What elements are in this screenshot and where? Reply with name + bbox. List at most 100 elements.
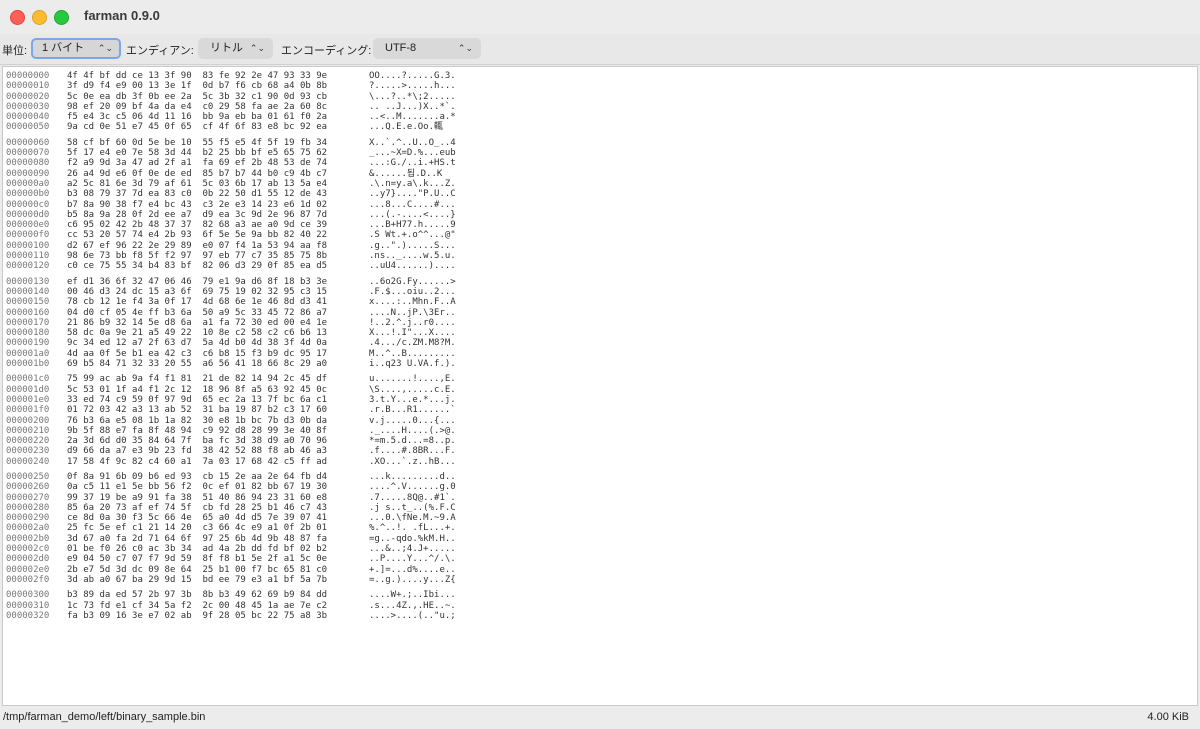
row-hex-bytes[interactable]: 75 99 ac ab 9a f4 f1 81 21 de 82 14 94 2…	[67, 374, 327, 384]
row-hex-bytes[interactable]: ef d1 36 6f 32 47 06 46 79 e1 9a d6 8f 1…	[67, 277, 327, 287]
row-hex-bytes[interactable]: 58 cf bf 60 0d 5e be 10 55 f5 e5 4f 5f 1…	[67, 138, 327, 148]
row-ascii[interactable]: .s...4Z.,.HE..~.	[369, 601, 456, 611]
hex-view[interactable]: 00000000 4f 4f bf dd ce 13 3f 90 83 fe 92…	[2, 66, 1198, 706]
row-ascii[interactable]: ._....H....(.>@.	[369, 426, 456, 436]
row-hex-bytes[interactable]: 58 dc 0a 9e 21 a5 49 22 10 8e c2 58 c2 c…	[67, 328, 327, 338]
row-hex-bytes[interactable]: b3 89 da ed 57 2b 97 3b 8b b3 49 62 69 b…	[67, 590, 327, 600]
row-ascii[interactable]: ...(.-....<....}	[369, 210, 456, 220]
row-ascii[interactable]: =g..-qdo.%kM.H..	[369, 534, 456, 544]
row-ascii[interactable]: X...!.I"...X....	[369, 328, 456, 338]
row-ascii[interactable]: %.^..!. .fL...+.	[369, 523, 456, 533]
row-hex-bytes[interactable]: 2b e7 5d 3d dc 09 8e 64 25 b1 00 f7 bc 6…	[67, 565, 327, 575]
row-hex-bytes[interactable]: 99 37 19 be a9 91 fa 38 51 40 86 94 23 3…	[67, 493, 327, 503]
row-ascii[interactable]: !..2.^.j..r0....	[369, 318, 456, 328]
row-hex-bytes[interactable]: e9 04 50 c7 07 f7 9d 59 8f f8 b1 5e 2f a…	[67, 554, 327, 564]
row-hex-bytes[interactable]: b7 8a 90 38 f7 e4 bc 43 c3 2e e3 14 23 e…	[67, 200, 327, 210]
row-ascii[interactable]: +.]=...d%....e..	[369, 565, 456, 575]
row-hex-bytes[interactable]: f2 a9 9d 3a 47 ad 2f a1 fa 69 ef 2b 48 5…	[67, 158, 327, 168]
row-hex-bytes[interactable]: 01 72 03 42 a3 13 ab 52 31 ba 19 87 b2 c…	[67, 405, 327, 415]
row-hex-bytes[interactable]: 2a 3d 6d d0 35 84 64 7f ba fc 3d 38 d9 a…	[67, 436, 327, 446]
row-ascii[interactable]: .r.B...R1......`	[369, 405, 456, 415]
row-hex-bytes[interactable]: 78 cb 12 1e f4 3a 0f 17 4d 68 6e 1e 46 8…	[67, 297, 327, 307]
row-ascii[interactable]: ..y7}...."P.U..C	[369, 189, 456, 199]
row-hex-bytes[interactable]: 4d aa 0f 5e b1 ea 42 c3 c6 b8 15 f3 b9 d…	[67, 349, 327, 359]
row-hex-bytes[interactable]: a2 5c 81 6e 3d 79 af 61 5c 03 6b 17 ab 1…	[67, 179, 327, 189]
row-ascii[interactable]: .S Wt.+.o^^...@"	[369, 230, 456, 240]
row-ascii[interactable]: .ns.._....w.5.u.	[369, 251, 456, 261]
row-hex-bytes[interactable]: 21 86 b9 32 14 5e d8 6a a1 fa 72 30 ed 0…	[67, 318, 327, 328]
row-ascii[interactable]: *=m.5.d...=8..p.	[369, 436, 456, 446]
row-hex-bytes[interactable]: 04 d0 cf 05 4e ff b3 6a 50 a9 5c 33 45 7…	[67, 308, 327, 318]
row-hex-bytes[interactable]: 4f 4f bf dd ce 13 3f 90 83 fe 92 2e 47 9…	[67, 71, 327, 81]
row-hex-bytes[interactable]: 0a c5 11 e1 5e bb 56 f2 0c ef 01 82 bb 6…	[67, 482, 327, 492]
row-hex-bytes[interactable]: 98 ef 20 09 bf 4a da e4 c0 29 58 fa ae 2…	[67, 102, 327, 112]
row-hex-bytes[interactable]: 25 fc 5e ef c1 21 14 20 c3 66 4c e9 a1 0…	[67, 523, 327, 533]
row-hex-bytes[interactable]: 0f 8a 91 6b 09 b6 ed 93 cb 15 2e aa 2e 6…	[67, 472, 327, 482]
row-hex-bytes[interactable]: 5c 53 01 1f a4 f1 2c 12 18 96 8f a5 63 9…	[67, 385, 327, 395]
row-ascii[interactable]: .4.../c.ZM.M8?M.	[369, 338, 456, 348]
row-hex-bytes[interactable]: 5f 17 e4 e0 7e 58 3d 44 b2 25 bb bf e5 6…	[67, 148, 327, 158]
row-ascii[interactable]: &......됩.D..K	[369, 169, 442, 179]
row-ascii[interactable]: \...?..*\;2.....	[369, 92, 456, 102]
row-ascii[interactable]: i..q23 U.VA.f.).	[369, 359, 456, 369]
row-hex-bytes[interactable]: 76 b3 6a e5 08 1b 1a 82 30 e8 1b bc 7b d…	[67, 416, 327, 426]
row-ascii[interactable]: ...0.\fNe.M.~9.A	[369, 513, 456, 523]
row-hex-bytes[interactable]: 17 58 4f 9c 82 c4 60 a1 7a 03 17 68 42 c…	[67, 457, 327, 467]
endian-select[interactable]: リトル ⌃⌄	[198, 38, 273, 59]
row-ascii[interactable]: ..P....Y...^/.\.	[369, 554, 456, 564]
minimize-window-button[interactable]	[32, 10, 47, 25]
row-hex-bytes[interactable]: 26 a4 9d e6 0f 0e de ed 85 b7 b7 44 b0 c…	[67, 169, 327, 179]
row-hex-bytes[interactable]: b5 8a 9a 28 0f 2d ee a7 d9 ea 3c 9d 2e 9…	[67, 210, 327, 220]
row-hex-bytes[interactable]: 98 6e 73 bb f8 5f f2 97 97 eb 77 c7 35 8…	[67, 251, 327, 261]
row-hex-bytes[interactable]: cc 53 20 57 74 e4 2b 93 6f 5e 5e 9a bb 8…	[67, 230, 327, 240]
row-ascii[interactable]: v.j.....0...{...	[369, 416, 456, 426]
row-hex-bytes[interactable]: c0 ce 75 55 34 b4 83 bf 82 06 d3 29 0f 8…	[67, 261, 327, 271]
row-ascii[interactable]: ..uU4......)....	[369, 261, 456, 271]
row-ascii[interactable]: =..g.)....y...Z{	[369, 575, 456, 585]
row-ascii[interactable]: .7.....8Q@..#1`.	[369, 493, 456, 503]
row-hex-bytes[interactable]: ce 8d 0a 30 f3 5c 66 4e 65 a0 4d d5 7e 3…	[67, 513, 327, 523]
row-hex-bytes[interactable]: b3 08 79 37 7d ea 83 c0 0b 22 50 d1 55 1…	[67, 189, 327, 199]
row-hex-bytes[interactable]: 01 be f0 26 c0 ac 3b 34 ad 4a 2b dd fd b…	[67, 544, 327, 554]
row-ascii[interactable]: .j s..t_..(%.F.C	[369, 503, 456, 513]
row-hex-bytes[interactable]: c6 95 02 42 2b 48 37 37 82 68 a3 ae a0 9…	[67, 220, 327, 230]
row-ascii[interactable]: ...k.........d..	[369, 472, 456, 482]
row-ascii[interactable]: ...:G./..i.+HS.t	[369, 158, 456, 168]
row-ascii[interactable]: ...B+H77.h.....9	[369, 220, 456, 230]
row-ascii[interactable]: ....N..jP.\3Er..	[369, 308, 456, 318]
row-hex-bytes[interactable]: 9a cd 0e 51 e7 45 0f 65 cf 4f 6f 83 e8 b…	[67, 122, 327, 132]
row-ascii[interactable]: 3.t.Y...e.*...j.	[369, 395, 456, 405]
row-hex-bytes[interactable]: 85 6a 20 73 af ef 74 5f cb fd 28 25 b1 4…	[67, 503, 327, 513]
row-ascii[interactable]: .g..".).....S...	[369, 241, 456, 251]
encoding-select[interactable]: UTF-8 ⌃⌄	[373, 38, 481, 59]
row-hex-bytes[interactable]: 69 b5 84 71 32 33 20 55 a6 56 41 18 66 8…	[67, 359, 327, 369]
row-ascii[interactable]: u.......!....,E.	[369, 374, 456, 384]
row-ascii[interactable]: .F.$...oiu..2...	[369, 287, 456, 297]
row-ascii[interactable]: ...Q.E.e.Oo.輒	[369, 122, 443, 132]
row-ascii[interactable]: .\.n=y.a\.k...Z.	[369, 179, 456, 189]
row-hex-bytes[interactable]: 9b 5f 88 e7 fa 8f 48 94 c9 92 d8 28 99 3…	[67, 426, 327, 436]
row-ascii[interactable]: ?.....>.....h...	[369, 81, 456, 91]
row-ascii[interactable]: _...~X=D.%...eub	[369, 148, 456, 158]
row-hex-bytes[interactable]: d2 67 ef 96 22 2e 29 89 e0 07 f4 1a 53 9…	[67, 241, 327, 251]
row-hex-bytes[interactable]: 9c 34 ed 12 a7 2f 63 d7 5a 4d b0 4d 38 3…	[67, 338, 327, 348]
row-ascii[interactable]: X..`.^..U..O_..4	[369, 138, 456, 148]
row-ascii[interactable]: .. ..J...)X..*`.	[369, 102, 456, 112]
row-ascii[interactable]: ..6o2G.Fy......>	[369, 277, 456, 287]
row-hex-bytes[interactable]: d9 66 da a7 e3 9b 23 fd 38 42 52 88 f8 a…	[67, 446, 327, 456]
row-hex-bytes[interactable]: f5 e4 3c c5 06 4d 11 16 bb 9a eb ba 01 6…	[67, 112, 327, 122]
zoom-window-button[interactable]	[54, 10, 69, 25]
row-hex-bytes[interactable]: 5c 0e ea db 3f 0b ee 2a 5c 3b 32 c1 90 0…	[67, 92, 327, 102]
row-ascii[interactable]: M..^..B.........	[369, 349, 456, 359]
row-ascii[interactable]: OO....?.....G.3.	[369, 71, 456, 81]
row-ascii[interactable]: ....>....(.."u.;	[369, 611, 456, 621]
row-hex-bytes[interactable]: 1c 73 fd e1 cf 34 5a f2 2c 00 48 45 1a a…	[67, 601, 327, 611]
row-hex-bytes[interactable]: 3d ab a0 67 ba 29 9d 15 bd ee 79 e3 a1 b…	[67, 575, 327, 585]
row-ascii[interactable]: ....W+.;..Ibi...	[369, 590, 456, 600]
row-hex-bytes[interactable]: 33 ed 74 c9 59 0f 97 9d 65 ec 2a 13 7f b…	[67, 395, 327, 405]
row-ascii[interactable]: .XO...`.z..hB...	[369, 457, 456, 467]
row-ascii[interactable]: \S....,.....c.E.	[369, 385, 456, 395]
close-window-button[interactable]	[10, 10, 25, 25]
row-ascii[interactable]: ...8...C....#...	[369, 200, 456, 210]
unit-select[interactable]: 1 バイト ⌃⌄	[31, 38, 121, 59]
